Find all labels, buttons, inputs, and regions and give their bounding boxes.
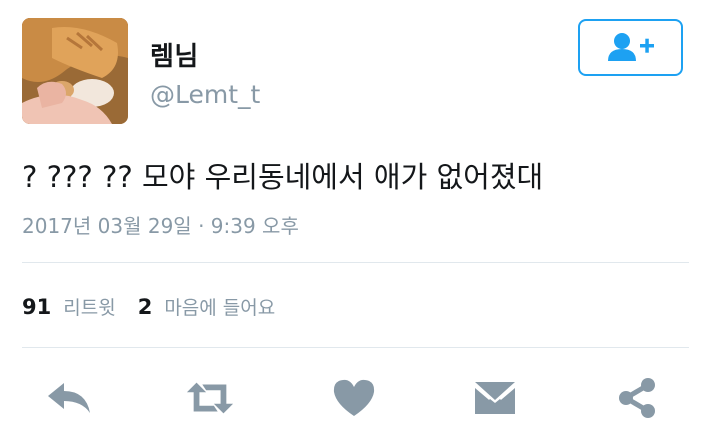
retweet-button[interactable] bbox=[185, 374, 235, 422]
reply-button[interactable] bbox=[44, 374, 94, 422]
tweet-stats: 91 리트윗 2 마음에 들어요 bbox=[22, 293, 275, 320]
retweet-icon bbox=[186, 382, 234, 414]
like-stat[interactable]: 2 마음에 들어요 bbox=[137, 295, 276, 319]
heart-icon bbox=[333, 379, 375, 416]
retweet-count: 91 bbox=[22, 295, 52, 319]
direct-message-button[interactable] bbox=[470, 374, 520, 422]
like-label: 마음에 들어요 bbox=[164, 297, 276, 319]
divider bbox=[22, 262, 689, 263]
display-name[interactable]: 렘님 bbox=[150, 36, 199, 73]
tweet-text: ? ??? ?? 모야 우리동네에서 애가 없어졌대 bbox=[22, 160, 544, 194]
share-icon bbox=[619, 378, 655, 418]
retweet-label: 리트윗 bbox=[63, 297, 116, 319]
user-handle[interactable]: @Lemt_t bbox=[150, 80, 260, 109]
share-button[interactable] bbox=[612, 374, 662, 422]
follow-button[interactable] bbox=[578, 19, 683, 76]
tweet-timestamp[interactable]: 2017년 03월 29일 · 9:39 오후 bbox=[22, 210, 299, 239]
avatar[interactable] bbox=[22, 18, 128, 124]
avatar-photo bbox=[22, 18, 128, 124]
add-user-icon bbox=[607, 32, 654, 61]
divider bbox=[22, 347, 689, 348]
like-button[interactable] bbox=[329, 374, 379, 422]
reply-icon bbox=[48, 383, 90, 413]
retweet-stat[interactable]: 91 리트윗 bbox=[22, 295, 116, 319]
envelope-icon bbox=[475, 382, 515, 414]
tweet-detail: 렘님 @Lemt_t ? ??? ?? 모야 우리동네에서 애가 없어졌대 20… bbox=[0, 0, 711, 431]
like-count: 2 bbox=[137, 295, 153, 319]
